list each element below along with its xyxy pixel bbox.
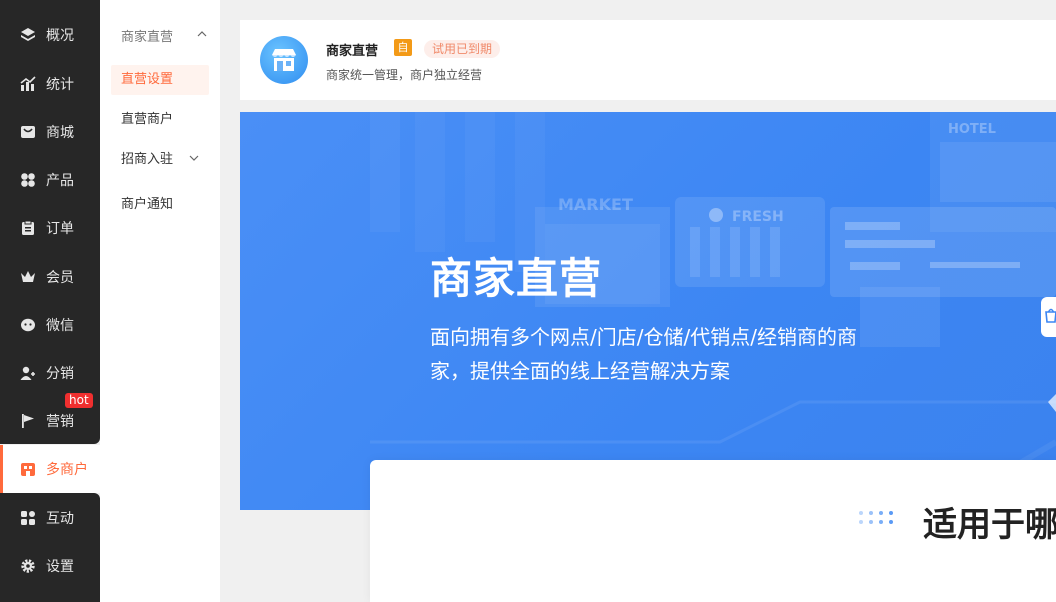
nav-item-interaction[interactable]: 互动	[0, 494, 100, 542]
subnav-recruit-label: 招商入驻	[121, 152, 174, 167]
feature-title: 商家直营	[326, 44, 379, 59]
chart-icon	[20, 76, 36, 92]
nav-label: 商城	[46, 125, 74, 141]
flag-icon	[20, 413, 36, 429]
users-icon	[20, 365, 36, 381]
self-operated-badge: 自	[394, 39, 412, 56]
nav-label: 互动	[46, 511, 74, 527]
nav-label: 微信	[46, 318, 74, 334]
nav-item-mall[interactable]: 商城	[0, 108, 100, 156]
city-illustration: MARKET FRESH HOTEL	[370, 112, 1056, 510]
grid-icon	[20, 172, 36, 188]
nav-item-distribution[interactable]: 分销	[0, 349, 100, 397]
store-icon	[20, 461, 36, 477]
nav-label: 分销	[46, 366, 74, 382]
chevron-up-icon	[197, 28, 207, 43]
nav-item-stats[interactable]: 统计	[0, 60, 100, 108]
nav-item-products[interactable]: 产品	[0, 156, 100, 204]
nav-label: 订单	[46, 221, 74, 237]
nav-label: 产品	[46, 173, 74, 189]
nav-item-settings[interactable]: 设置	[0, 542, 100, 590]
hotel-sign: HOTEL	[948, 122, 996, 137]
subnav-item-merchant-notice[interactable]: 商户通知	[111, 190, 209, 220]
trial-status-badge: 试用已到期	[424, 40, 501, 58]
nav-item-members[interactable]: 会员	[0, 253, 100, 301]
fresh-sign: FRESH	[732, 209, 784, 225]
chevron-down-icon	[189, 145, 199, 175]
clipboard-icon	[20, 220, 36, 236]
crown-icon	[20, 269, 36, 285]
subnav-header-label: 商家直营	[121, 30, 174, 45]
nav-item-multi-merchant[interactable]: 多商户	[0, 445, 100, 493]
nav-item-wechat[interactable]: 微信	[0, 301, 100, 349]
subnav-group-header[interactable]: 商家直营	[121, 26, 207, 45]
panel-title: 适用于哪	[923, 505, 1056, 545]
subnav-item-direct-merchants[interactable]: 直营商户	[111, 105, 209, 135]
market-sign: MARKET	[558, 195, 633, 214]
layers-icon	[20, 27, 36, 43]
bag-icon	[1044, 307, 1056, 327]
hero-banner: MARKET FRESH HOTEL 商家直营 面向拥有多个网点/门店/仓储/代…	[240, 112, 1056, 510]
wechat-icon	[20, 317, 36, 333]
nav-label: 营销	[46, 414, 74, 430]
nav-label: 统计	[46, 77, 74, 93]
applicable-scenarios-panel: 适用于哪	[370, 460, 1056, 602]
storefront-icon	[260, 36, 308, 84]
gear-icon	[20, 558, 36, 574]
main-sidebar: 概况 统计 商城 产品 订单 会员 微信 分销 营销 hot 多商户 互动 设置	[0, 0, 100, 602]
decorative-dots-icon	[859, 511, 893, 524]
nav-item-orders[interactable]: 订单	[0, 204, 100, 252]
hot-badge: hot	[65, 393, 93, 408]
subnav-item-recruit[interactable]: 招商入驻	[111, 145, 209, 175]
nav-label: 会员	[46, 270, 74, 286]
nav-item-overview[interactable]: 概况	[0, 11, 100, 59]
subnav-item-direct-settings[interactable]: 直营设置	[111, 65, 209, 95]
banner-description: 面向拥有多个网点/门店/仓储/代销点/经销商的商家，提供全面的线上经营解决方案	[430, 325, 857, 383]
side-float-button[interactable]	[1041, 297, 1056, 337]
nav-label: 概况	[46, 28, 74, 44]
feature-description: 商家统一管理，商户独立经营	[326, 68, 483, 82]
apps-icon	[20, 510, 36, 526]
shop-icon	[20, 124, 36, 140]
secondary-sidebar: 商家直营 直营设置 直营商户 招商入驻 商户通知	[100, 0, 220, 602]
nav-label: 多商户	[46, 462, 88, 478]
feature-header-card: 商家直营 自 试用已到期 商家统一管理，商户独立经营	[240, 20, 1056, 100]
nav-label: 设置	[46, 559, 74, 575]
banner-title: 商家直营	[430, 254, 603, 303]
